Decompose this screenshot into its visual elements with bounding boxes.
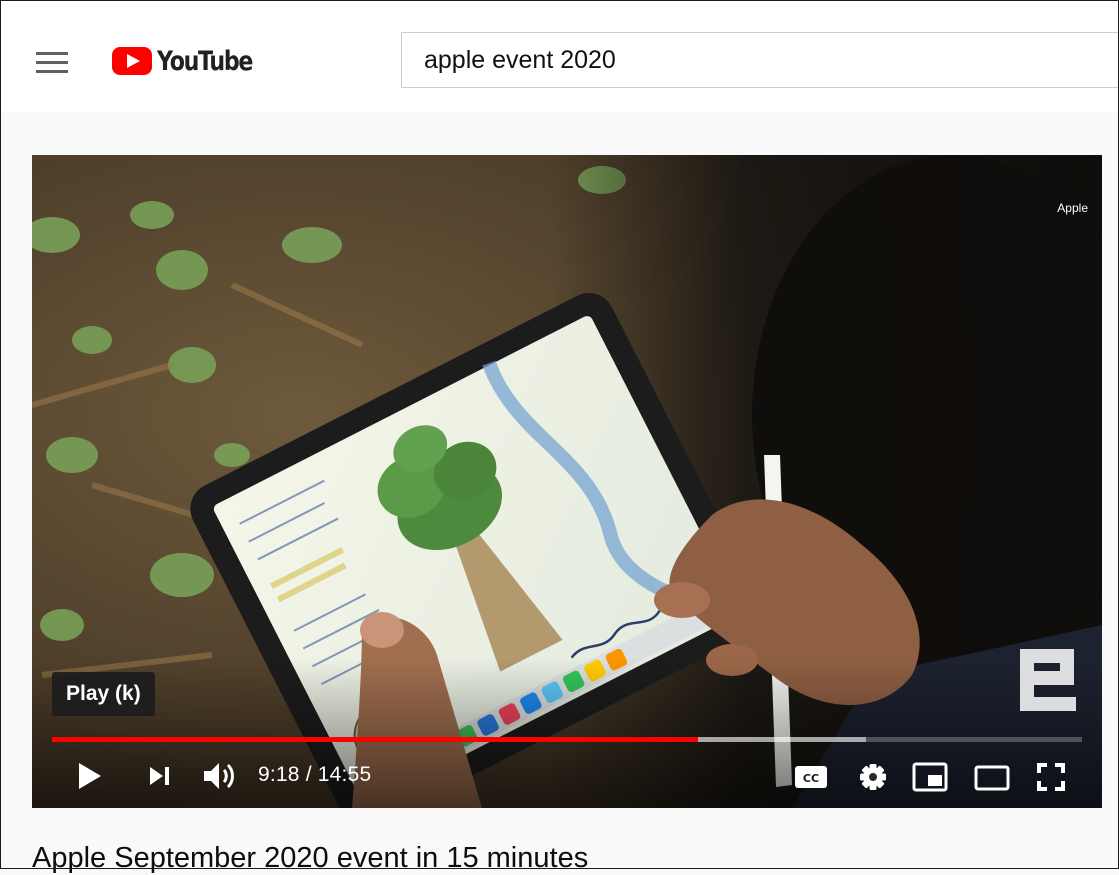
next-icon[interactable] [148,764,172,788]
progress-played [52,737,698,742]
logo-text: YouTube [157,45,253,77]
menu-icon[interactable] [36,52,68,74]
miniplayer-icon[interactable] [912,762,948,792]
search-box[interactable] [401,32,1119,88]
masthead: YouTube [0,0,1119,112]
time-current: 9:18 [258,763,300,786]
time-total: 14:55 [317,763,372,786]
time-separator: / [299,763,318,786]
play-icon[interactable] [76,761,104,791]
time-display: 9:18 / 14:55 [258,763,371,787]
engadget-logo-icon [1020,649,1076,711]
volume-icon[interactable] [202,760,238,792]
video-title[interactable]: Apple September 2020 event in 15 minutes [32,842,588,875]
play-tooltip: Play (k) [52,672,155,716]
youtube-logo[interactable]: YouTube [112,44,273,78]
youtube-play-logo-icon [112,47,152,75]
video-player[interactable]: Apple Play (k) 9:18 / 14:55 CC [32,155,1102,808]
fullscreen-icon[interactable] [1036,762,1066,792]
search-input[interactable] [424,33,1114,87]
channel-watermark[interactable]: Apple [1057,201,1088,215]
captions-icon[interactable]: CC [794,764,828,790]
captions-label: CC [803,772,819,785]
theater-mode-icon[interactable] [974,765,1010,791]
settings-icon[interactable] [858,762,888,792]
progress-bar[interactable] [52,737,1082,742]
